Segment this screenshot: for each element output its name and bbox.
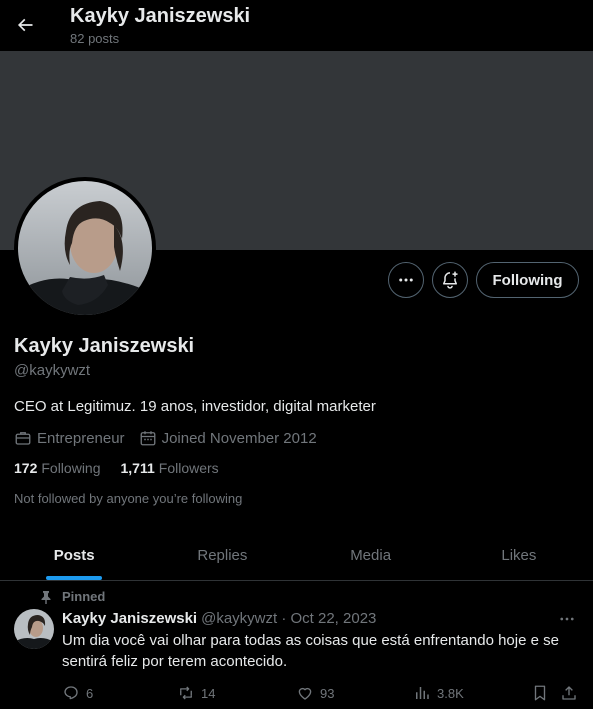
more-icon	[399, 278, 413, 282]
reply-icon	[64, 686, 78, 700]
views-icon	[416, 687, 429, 699]
pinned-indicator: Pinned	[40, 589, 105, 604]
followers-label: Followers	[158, 460, 219, 476]
more-options-button[interactable]	[388, 262, 424, 298]
reply-count: 6	[86, 685, 94, 701]
category-item: Entrepreneur	[14, 429, 125, 447]
briefcase-icon	[15, 432, 31, 445]
back-arrow-icon	[17, 18, 33, 32]
bookmark-icon	[534, 685, 546, 701]
views-count: 3.8K	[437, 685, 464, 701]
bookmark-button[interactable]	[531, 684, 555, 702]
repost-count: 14	[201, 685, 216, 701]
post-author-name[interactable]: Kayky Janiszewski	[62, 610, 197, 627]
tab-media[interactable]: Media	[297, 530, 445, 580]
post-actions: 6 14 93 3.8K	[62, 684, 582, 704]
post-header: Kayky Janiszewski @kaykywzt · Oct 22, 20…	[62, 610, 376, 627]
repost-icon	[180, 686, 192, 700]
profile-bio: CEO at Legitimuz. 19 anos, investidor, d…	[14, 398, 376, 415]
follow-stats: 172 Following 1,711 Followers	[14, 460, 239, 476]
pinned-label: Pinned	[62, 589, 106, 604]
followers-count: 1,711	[120, 460, 155, 476]
profile-avatar[interactable]	[14, 177, 156, 319]
category-label: Entrepreneur	[37, 429, 125, 447]
calendar-icon	[140, 431, 155, 446]
joined-item: Joined November 2012	[139, 429, 317, 447]
active-tab-indicator	[46, 576, 103, 580]
share-button[interactable]	[560, 684, 584, 702]
post-avatar[interactable]	[14, 609, 54, 649]
following-link[interactable]: 172 Following	[14, 460, 101, 476]
reply-button[interactable]: 6	[62, 684, 93, 702]
views-button[interactable]: 3.8K	[413, 684, 464, 702]
like-icon	[298, 687, 312, 700]
header-name: Kayky Janiszewski	[70, 5, 251, 27]
following-label: Following	[41, 460, 101, 476]
tab-label: Likes	[501, 546, 537, 564]
following-button[interactable]: Following	[476, 262, 579, 298]
joined-label: Joined November 2012	[161, 429, 317, 447]
tab-label: Media	[350, 546, 392, 564]
top-bar: Kayky Janiszewski 82 posts	[0, 0, 593, 51]
header-post-count: 82 posts	[70, 31, 120, 46]
profile-display-name: Kayky Janiszewski	[14, 335, 195, 357]
profile-tabs: Posts Replies Media Likes	[0, 530, 593, 581]
like-count: 93	[320, 685, 335, 701]
post-text: Um dia você vai olhar para todas as cois…	[62, 632, 559, 670]
profile-meta: Entrepreneur Joined November 2012	[14, 429, 331, 447]
repost-button[interactable]: 14	[177, 684, 215, 702]
tab-label: Posts	[53, 546, 95, 564]
tab-likes[interactable]: Likes	[445, 530, 593, 580]
share-icon	[562, 686, 576, 700]
tab-replies[interactable]: Replies	[148, 530, 296, 580]
pin-icon	[41, 590, 51, 604]
tab-posts[interactable]: Posts	[0, 530, 148, 580]
more-icon	[560, 617, 574, 621]
post-handle-date[interactable]: @kaykywzt · Oct 22, 2023	[201, 610, 376, 627]
back-button[interactable]	[8, 8, 42, 42]
notification-bell-icon	[443, 271, 458, 289]
notifications-button[interactable]	[432, 262, 468, 298]
not-followed-note: Not followed by anyone you’re following	[14, 491, 243, 506]
avatar-photo	[18, 181, 152, 315]
following-count: 172	[14, 460, 38, 476]
like-button[interactable]: 93	[296, 684, 334, 702]
tab-label: Replies	[197, 546, 248, 564]
profile-handle: @kaykywzt	[14, 362, 91, 379]
followers-link[interactable]: 1,711 Followers	[121, 460, 219, 476]
